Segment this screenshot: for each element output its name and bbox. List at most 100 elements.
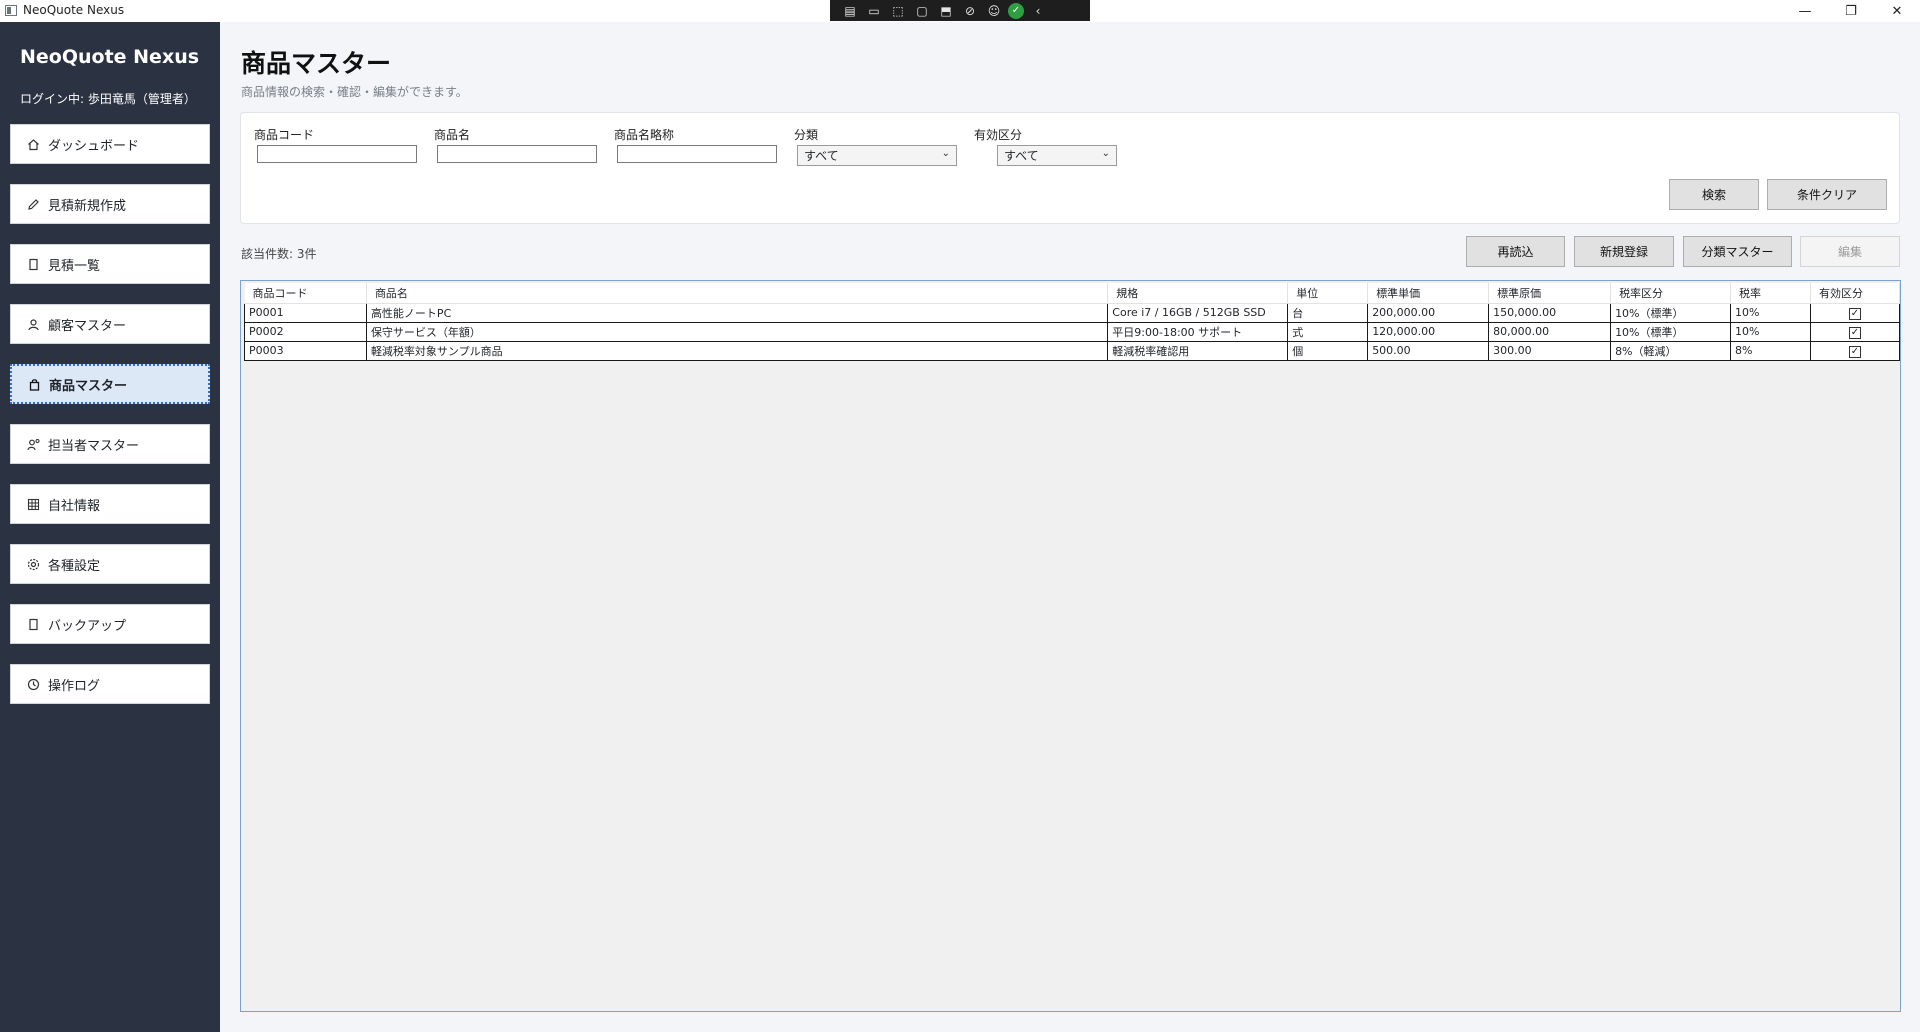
cell-tax-category[interactable]: 10%（標準） <box>1610 321 1732 342</box>
search-button[interactable]: 検索 <box>1669 179 1759 210</box>
cell-tax-rate[interactable]: 10% <box>1730 302 1811 323</box>
nav-label: ダッシュボード <box>48 138 140 154</box>
nav-company-info[interactable]: 自社情報 <box>10 484 210 524</box>
gear-icon <box>26 557 40 571</box>
sidebar: NeoQuote Nexus ログイン中: 歩田竜馬（管理者） ダッシュボード … <box>0 22 220 1032</box>
cell-valid[interactable]: ✓ <box>1809 340 1901 361</box>
select-element-icon[interactable]: ⬚ <box>888 2 908 19</box>
column-header[interactable]: 標準原価 <box>1488 283 1612 304</box>
cell-spec[interactable]: 平日9:00-18:00 サポート <box>1107 321 1289 342</box>
cell-unit-price[interactable]: 120,000.00 <box>1367 321 1490 342</box>
cell-code[interactable]: P0001 <box>244 302 367 323</box>
nav-new-quote[interactable]: 見積新規作成 <box>10 184 210 224</box>
cell-unit-price[interactable]: 500.00 <box>1367 340 1490 361</box>
cell-unit[interactable]: 個 <box>1287 340 1369 361</box>
product-name-input[interactable] <box>437 145 597 163</box>
cell-valid[interactable]: ✓ <box>1809 302 1901 323</box>
cell-tax-category[interactable]: 8%（軽減） <box>1610 340 1732 361</box>
cell-valid[interactable]: ✓ <box>1809 321 1901 342</box>
chevron-down-icon: ⌄ <box>941 148 950 159</box>
new-product-button[interactable]: 新規登録 <box>1574 236 1674 267</box>
table-row[interactable]: P0001 高性能ノートPC Core i7 / 16GB / 512GB SS… <box>244 302 1901 323</box>
column-header[interactable]: 税率 <box>1730 283 1811 304</box>
result-count: 該当件数: 3件 <box>241 247 317 261</box>
cell-unit-cost[interactable]: 80,000.00 <box>1488 321 1612 342</box>
product-short-name-label: 商品名略称 <box>614 128 675 142</box>
category-select[interactable]: すべて ⌄ <box>797 145 957 166</box>
column-header[interactable]: 標準単価 <box>1367 283 1490 304</box>
nav-operation-log[interactable]: 操作ログ <box>10 664 210 704</box>
nav-settings[interactable]: 各種設定 <box>10 544 210 584</box>
home-icon <box>26 137 40 151</box>
nav-backup[interactable]: バックアップ <box>10 604 210 644</box>
product-grid[interactable]: 商品コード 商品名 規格 単位 標準単価 標準原価 税率区分 税率 有効区分 P… <box>240 280 1901 1012</box>
column-header[interactable]: 規格 <box>1107 283 1289 304</box>
collapse-toolbar-icon[interactable]: ‹ <box>1028 2 1048 19</box>
category-master-button[interactable]: 分類マスター <box>1683 236 1792 267</box>
valid-checkbox[interactable]: ✓ <box>1848 345 1861 358</box>
page-subtitle: 商品情報の検索・確認・編集ができます。 <box>241 85 468 99</box>
cell-code[interactable]: P0002 <box>244 321 367 342</box>
category-select-value: すべて <box>804 149 839 163</box>
nav-product-master[interactable]: 商品マスター <box>10 364 210 404</box>
brand-title: NeoQuote Nexus <box>20 46 200 68</box>
cell-spec[interactable]: Core i7 / 16GB / 512GB SSD <box>1107 302 1289 323</box>
record-icon[interactable]: ▭ <box>864 2 884 19</box>
nav-label: バックアップ <box>48 618 127 634</box>
valid-checkbox[interactable]: ✓ <box>1848 326 1861 339</box>
login-status: ログイン中: 歩田竜馬（管理者） <box>20 92 196 106</box>
cell-tax-rate[interactable]: 10% <box>1730 321 1811 342</box>
cell-unit[interactable]: 台 <box>1287 302 1369 323</box>
restore-icon[interactable]: ❐ <box>1828 0 1874 22</box>
nav-customer-master[interactable]: 顧客マスター <box>10 304 210 344</box>
cell-name[interactable]: 保守サービス（年額） <box>365 321 1109 342</box>
cell-name[interactable]: 軽減税率対象サンプル商品 <box>365 340 1109 361</box>
category-label: 分類 <box>794 128 819 142</box>
document-icon <box>26 617 40 631</box>
cell-unit-cost[interactable]: 150,000.00 <box>1488 302 1612 323</box>
chevron-down-icon: ⌄ <box>1101 148 1110 159</box>
cell-unit[interactable]: 式 <box>1287 321 1369 342</box>
column-header[interactable]: 有効区分 <box>1810 283 1901 304</box>
cell-name[interactable]: 高性能ノートPC <box>365 302 1109 323</box>
layout-adorner-icon[interactable]: ▢ <box>912 2 932 19</box>
nav-quote-list[interactable]: 見積一覧 <box>10 244 210 284</box>
table-header-row: 商品コード 商品名 規格 単位 標準単価 標準原価 税率区分 税率 有効区分 <box>244 283 1901 304</box>
column-header[interactable]: 税率区分 <box>1610 283 1732 304</box>
cell-tax-rate[interactable]: 8% <box>1730 340 1811 361</box>
cell-code[interactable]: P0003 <box>244 340 367 361</box>
reload-button[interactable]: 再読込 <box>1466 236 1565 267</box>
page-title: 商品マスター <box>241 49 392 78</box>
search-filter-panel: 商品コード 商品名 商品名略称 分類 すべて ⌄ 有効区分 すべて ⌄ 検索 条… <box>240 112 1900 224</box>
cell-tax-category[interactable]: 10%（標準） <box>1610 302 1732 323</box>
edit-button: 編集 <box>1800 236 1900 267</box>
nav-staff-master[interactable]: 担当者マスター <box>10 424 210 464</box>
product-name-label: 商品名 <box>434 128 471 142</box>
live-tree-icon[interactable]: ▤ <box>840 2 860 19</box>
product-code-input[interactable] <box>257 145 417 163</box>
product-short-name-input[interactable] <box>617 145 777 163</box>
valid-flag-label: 有効区分 <box>974 128 1023 142</box>
column-header[interactable]: 商品コード <box>244 283 367 304</box>
hot-reload-ok-icon[interactable]: ✓ <box>1008 2 1024 19</box>
column-header[interactable]: 単位 <box>1287 283 1369 304</box>
track-focus-icon[interactable]: ⬒ <box>936 2 956 19</box>
valid-checkbox[interactable]: ✓ <box>1848 307 1861 320</box>
app-icon <box>5 5 17 16</box>
cell-spec[interactable]: 軽減税率確認用 <box>1107 340 1289 361</box>
nav-label: 見積新規作成 <box>48 198 127 214</box>
binding-failures-icon[interactable]: ⊘ <box>960 2 980 19</box>
table-row[interactable]: P0002 保守サービス（年額） 平日9:00-18:00 サポート 式 120… <box>244 321 1901 342</box>
nav-label: 自社情報 <box>48 498 101 514</box>
accessibility-icon[interactable]: ☺ <box>984 2 1004 19</box>
minimize-icon[interactable]: — <box>1782 0 1828 22</box>
clear-conditions-button[interactable]: 条件クリア <box>1767 179 1887 210</box>
cell-unit-price[interactable]: 200,000.00 <box>1367 302 1490 323</box>
column-header[interactable]: 商品名 <box>366 283 1109 304</box>
cell-unit-cost[interactable]: 300.00 <box>1488 340 1612 361</box>
nav-dashboard[interactable]: ダッシュボード <box>10 124 210 164</box>
valid-flag-select[interactable]: すべて ⌄ <box>997 145 1117 166</box>
close-icon[interactable]: ✕ <box>1874 0 1920 22</box>
table-row[interactable]: P0003 軽減税率対象サンプル商品 軽減税率確認用 個 500.00 300.… <box>244 340 1901 361</box>
window-titlebar: NeoQuote Nexus ▤ ▭ ⬚ ▢ ⬒ ⊘ ☺ ✓ ‹ — ❐ ✕ <box>0 0 1920 22</box>
